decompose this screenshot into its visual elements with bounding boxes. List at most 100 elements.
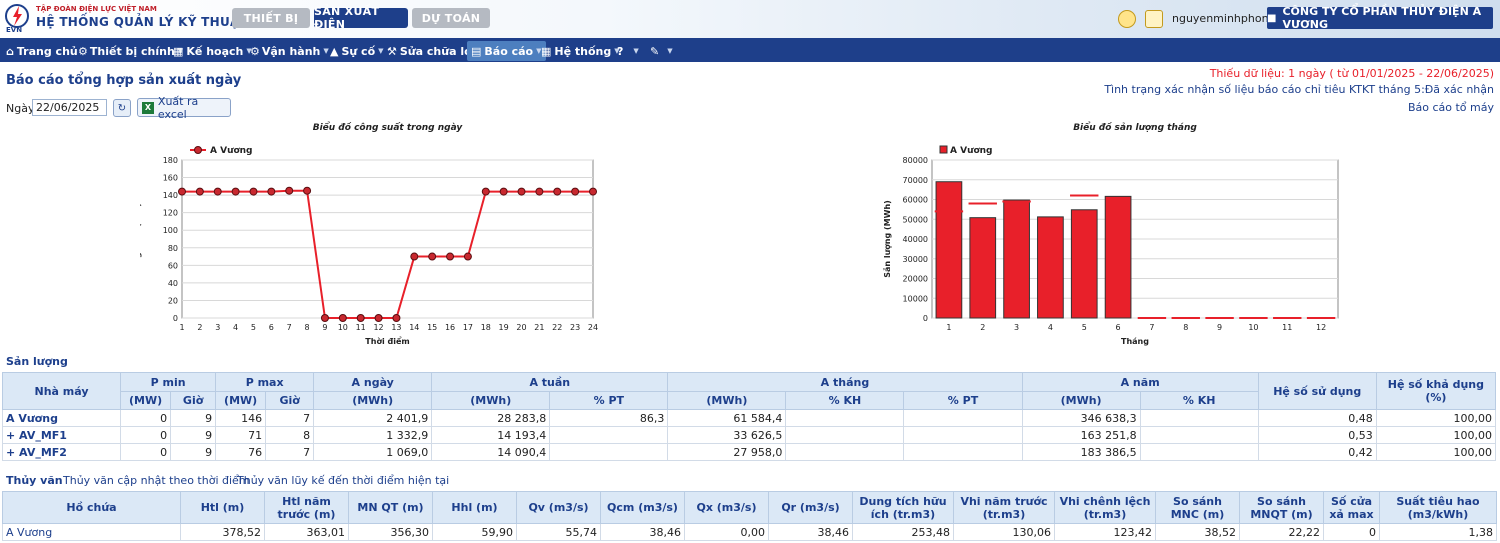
date-input[interactable] [32,99,107,116]
chevron-down-icon: ▼ [667,47,673,55]
x-tick-label: 1 [179,323,184,332]
hydro-cell: 38,46 [768,523,853,541]
daily-power-chart: Biểu đồ công suất trong ngày 0 20 40 60 80 100… [140,121,598,346]
nav-sua-chua-lon[interactable]: ⚒ Sửa chữa lớn [387,41,479,61]
data-point [249,187,258,196]
col-ayear: A năm [1021,372,1259,392]
hydro-cell: 363,01 [264,523,349,541]
calendar-icon[interactable] [1145,10,1163,28]
y-tick-label: 140 [163,191,178,200]
hydro-col-5: Qv (m3/s) [516,491,601,524]
nav-ke-hoach[interactable]: ▦ Kế hoạch ▼ [173,41,252,61]
y-tick-label: 80000 [903,156,928,165]
y-tick-label: 180 [163,156,178,165]
hydro-col-3: MN QT (m) [348,491,433,524]
tab-du-toan[interactable]: DỰ TOÁN [412,8,490,28]
nav-label: Vận hành [261,44,321,58]
sub-mw: (MW) [215,391,267,410]
export-excel-button[interactable]: X Xuất ra excel [137,95,231,121]
hydro-cell: 38,52 [1155,523,1240,541]
cell-pmax: 76 [215,443,267,461]
cell-aweek_pt [549,426,669,444]
cell-amonth_kh [785,426,905,444]
data-point [338,314,347,322]
hydro-cell: 378,52 [180,523,265,541]
y-axis-label: Công suất (MW) [140,203,142,275]
hydro-link-realtime[interactable]: Thủy văn cập nhật theo thời điểm [63,474,250,487]
x-tick-label: 16 [445,323,455,332]
nav-help[interactable]: ? ▼ [617,41,639,61]
sub-mwh: (MWh) [667,391,787,410]
nav-su-co[interactable]: ▲ Sự cố ▼ [330,41,384,61]
hydro-link-cumulative[interactable]: Thủy văn lũy kế đến thời điểm hiện tại [237,474,449,487]
chart-icon: ▤ [471,44,482,58]
company-button[interactable]: ■ CÔNG TY CỔ PHẦN THỦY ĐIỆN A VƯƠNG [1267,5,1493,31]
x-tick-label: 9 [322,323,327,332]
cell-ayear_kh [1139,426,1259,444]
notification-icon[interactable] [1118,10,1136,28]
cell-avail: 100,00 [1375,426,1497,444]
data-point [285,186,294,195]
logo-text: EVN [6,26,23,34]
cogs-icon: ⚙ [250,44,260,58]
cell-aweek: 28 283,8 [431,409,551,427]
cell-pmin_h: 9 [170,426,217,444]
x-tick-label: 11 [356,323,366,332]
reservoir-name[interactable]: A Vương [2,523,181,541]
org-name: TẬP ĐOÀN ĐIỆN LỰC VIỆT NAM [36,5,157,13]
x-tick-label: 3 [1014,323,1019,332]
username[interactable]: nguyenminhphong [1172,12,1276,25]
legend-label: A Vương [950,146,993,156]
cell-pmax_h: 7 [265,409,315,427]
sub-mw: (MW) [120,391,172,410]
nav-thiet-bi-chinh[interactable]: ⚙ Thiết bị chính ▼ [78,41,183,61]
date-label: Ngày [6,102,35,115]
x-tick-label: 4 [1048,323,1053,332]
sub-pt: % PT [903,391,1023,410]
home-icon: ⌂ [6,44,14,58]
col-usage: Hệ số sử dụng [1257,372,1377,410]
production-table: Nhà máy P min P max A ngày A tuần A thán… [1,372,1497,461]
x-tick-label: 21 [534,323,544,332]
company-name: CÔNG TY CỔ PHẦN THỦY ĐIỆN A VƯƠNG [1282,5,1482,31]
x-axis-label: Thời điểm [365,335,409,346]
y-tick-label: 160 [163,174,178,183]
nav-label: Thiết bị chính [89,44,175,58]
nav-bao-cao[interactable]: ▤ Báo cáo ▼ [467,41,546,61]
plot-area [181,159,594,319]
y-tick-label: 70000 [903,176,928,185]
hydro-col-14: Số cửa xả max [1323,491,1380,524]
plant-name[interactable]: + AV_MF1 [1,426,122,444]
y-axis-label: Sản lượng (MWh) [882,200,892,278]
sub-hour: Giờ [265,391,315,410]
tab-san-xuat-dien[interactable]: SẢN XUẤT ĐIỆN [314,5,408,31]
hydro-col-10: Vhi năm trước (tr.m3) [953,491,1055,524]
wrench-icon: ⚒ [387,44,397,58]
cell-ayear_kh [1139,443,1259,461]
refresh-button[interactable]: ↻ [113,99,131,117]
hydro-cell: 123,42 [1054,523,1156,541]
sub-mwh: (MWh) [431,391,551,410]
plant-name[interactable]: A Vương [1,409,122,427]
calendar-icon: ▦ [173,44,184,58]
nav-trang-chu[interactable]: ⌂ Trang chủ [6,41,78,61]
monthly-output-chart: Biểu đồ sản lượng tháng 0 10000 20000 30000 4… [882,121,1339,346]
table-row: A Vương 378,52 363,01 356,30 59,90 55,74 38,46… [2,523,1497,541]
hydro-col-9: Dung tích hữu ích (tr.m3) [852,491,954,524]
hydro-cell: 253,48 [852,523,954,541]
nav-he-thong[interactable]: ▦ Hệ thống ▼ [541,41,620,61]
cell-usage: 0,42 [1257,443,1377,461]
sub-pt: % PT [549,391,669,410]
grid-icon: ▦ [541,44,552,58]
nav-tools[interactable]: ✎ ▼ [650,41,673,61]
unit-report-link[interactable]: Báo cáo tổ máy [1408,101,1494,114]
nav-van-hanh[interactable]: ⚙ Vận hành ▼ [250,41,329,61]
data-point [374,314,383,322]
hydro-cell: 22,22 [1239,523,1324,541]
data-point [178,187,186,196]
bar [1104,195,1132,319]
x-tick-label: 2 [197,323,202,332]
plant-name[interactable]: + AV_MF2 [1,443,122,461]
hydro-cell: 55,74 [516,523,601,541]
tab-thiet-bi[interactable]: THIẾT BỊ [232,8,310,28]
